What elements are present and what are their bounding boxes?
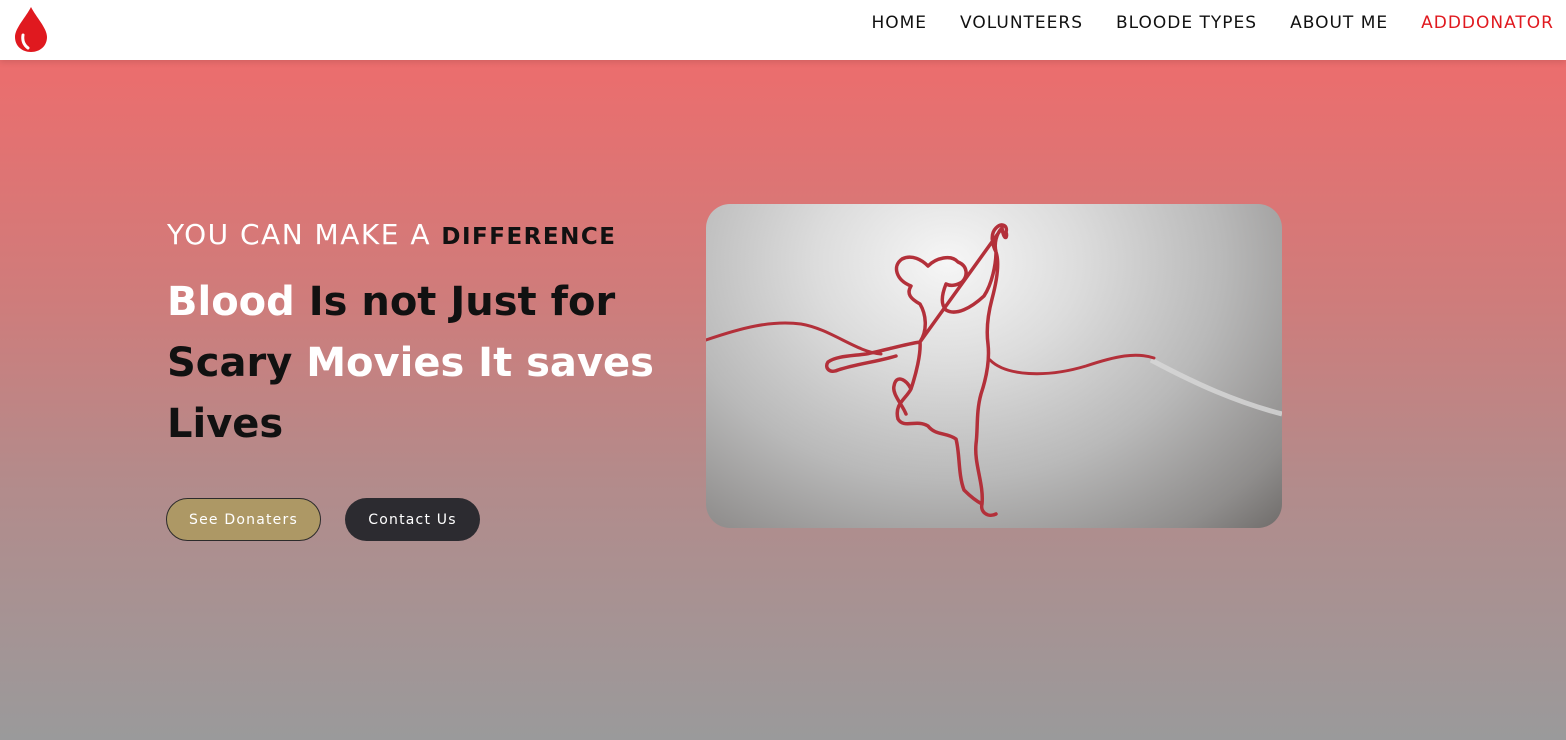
headline-part: Is not Just for (308, 279, 616, 325)
hero-image (706, 204, 1282, 528)
headline-part: Scary (167, 340, 293, 386)
nav-blood-types-link[interactable]: BLOODE TYPES (1116, 13, 1257, 33)
headline-part: Lives (167, 401, 284, 447)
see-donaters-button[interactable]: See Donaters (166, 498, 321, 541)
headline-part: Movies It saves (306, 340, 654, 386)
headline-part: Blood (167, 279, 295, 325)
blood-drop-icon[interactable] (12, 5, 50, 53)
nav-about-me-link[interactable]: ABOUT ME (1290, 13, 1388, 33)
top-navbar: HOME VOLUNTEERS BLOODE TYPES ABOUT ME AD… (0, 0, 1566, 60)
nav-home-link[interactable]: HOME (871, 13, 927, 33)
blood-tube-child-silhouette-icon (706, 223, 1282, 517)
kicker-emphasis-text: DIFFERENCE (441, 224, 617, 250)
contact-us-button[interactable]: Contact Us (345, 498, 480, 541)
kicker-main-text: YOU CAN MAKE A (167, 218, 431, 251)
hero-kicker: YOU CAN MAKE A DIFFERENCE (167, 218, 616, 251)
nav-add-donator-link[interactable]: ADDDONATOR (1421, 13, 1554, 33)
hero-section: YOU CAN MAKE A DIFFERENCE Blood Is not J… (0, 60, 1566, 740)
hero-headline: Blood Is not Just for Scary Movies It sa… (167, 272, 687, 455)
nav-volunteers-link[interactable]: VOLUNTEERS (960, 13, 1083, 33)
nav-links: HOME VOLUNTEERS BLOODE TYPES ABOUT ME AD… (871, 0, 1554, 45)
